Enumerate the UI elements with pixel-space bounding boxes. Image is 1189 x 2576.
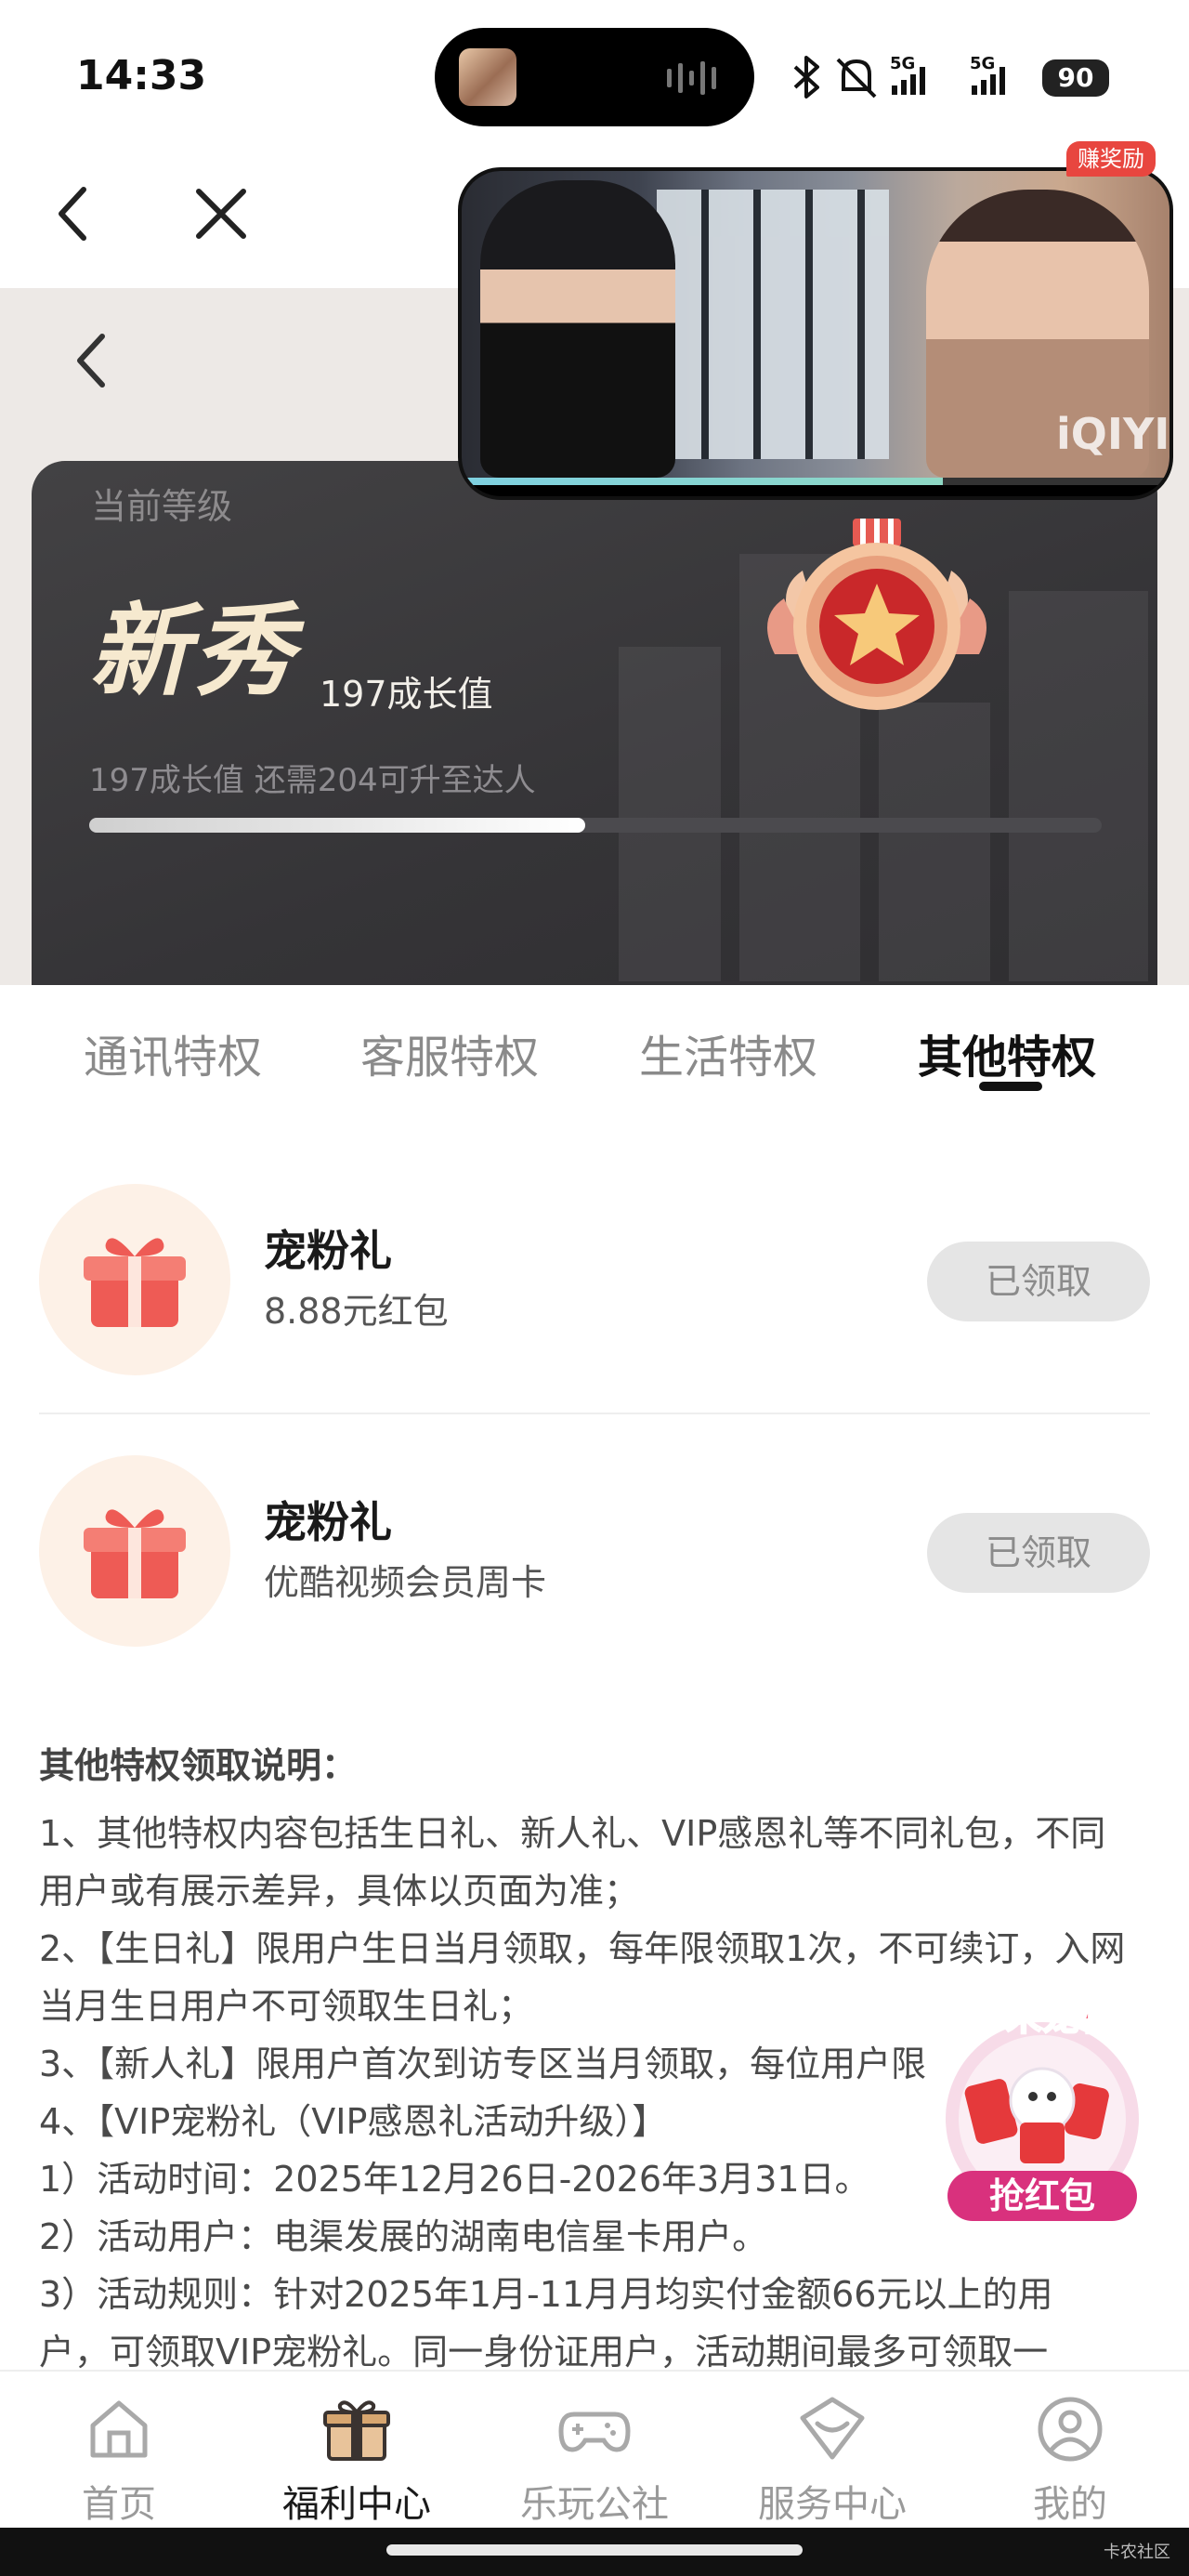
- claimed-button[interactable]: 已领取: [927, 1513, 1150, 1593]
- page-back-icon[interactable]: [56, 323, 130, 398]
- red-packet-promo[interactable]: 岁末宠粉 抢红包: [929, 1989, 1156, 2221]
- level-name: 新秀: [89, 594, 298, 710]
- tab-other[interactable]: 其他特权: [918, 1020, 1096, 1085]
- video-character-left: [480, 180, 675, 478]
- privilege-title: 宠粉礼: [264, 1226, 392, 1276]
- watermark: 卡农社区: [1104, 2543, 1170, 2562]
- nav-label: 我的: [1033, 2483, 1107, 2526]
- privilege-subtitle: 8.88元红包: [264, 1291, 449, 1332]
- gamepad-icon: [558, 2412, 631, 2452]
- video-background-window: [657, 190, 889, 459]
- claimed-button[interactable]: 已领取: [927, 1242, 1150, 1321]
- mute-icon: [836, 58, 877, 99]
- tab-customer-service[interactable]: 客服特权: [360, 1020, 539, 1085]
- dynamic-island[interactable]: [435, 28, 754, 126]
- media-thumbnail: [459, 48, 516, 106]
- chevron-left-icon[interactable]: [37, 177, 111, 251]
- nav-label: 服务中心: [758, 2483, 907, 2526]
- video-watermark-logo: iQIYI: [1056, 409, 1170, 459]
- home-icon: [90, 2400, 148, 2458]
- star-medal-icon: [767, 519, 986, 710]
- video-progress-fill: [462, 478, 944, 485]
- gift-icon: [84, 1509, 186, 1598]
- gift-icon-circle: [39, 1184, 230, 1375]
- nav-label: 首页: [82, 2483, 156, 2526]
- nav-item-welfare[interactable]: 福利中心: [238, 2372, 476, 2530]
- gift-box-icon: [323, 2400, 390, 2461]
- level-card: 当前等级 新秀 197成长值 197成长值 还需204可升至达人: [32, 461, 1157, 985]
- current-level-label: 当前等级: [91, 486, 233, 527]
- audio-wave-icon: [667, 61, 716, 95]
- bottom-nav: 首页 福利中心 乐玩公社 服务中心 我的: [0, 2370, 1189, 2530]
- tab-communication[interactable]: 通讯特权: [84, 1020, 262, 1085]
- bluetooth-icon: [793, 56, 819, 99]
- network-label-2: 5G: [970, 54, 995, 73]
- note-line: 3）活动规则：针对2025年1月-11月月均实付金额66元以上的用: [39, 2274, 1053, 2315]
- level-progress-text: 197成长值 还需204可升至达人: [89, 762, 536, 799]
- nav-item-mine[interactable]: 我的: [951, 2372, 1189, 2530]
- battery-indicator: 90: [1042, 59, 1109, 97]
- close-icon[interactable]: [184, 177, 258, 251]
- gift-icon: [84, 1238, 186, 1327]
- row-divider: [39, 1413, 1150, 1414]
- privilege-title: 宠粉礼: [264, 1497, 392, 1547]
- privilege-row: 宠粉礼 8.88元红包 已领取: [0, 1150, 1189, 1422]
- note-line: 2、【生日礼】限用户生日当月领取，每年限领取1次，不可续订，入网: [39, 1928, 1126, 1969]
- note-line: 1、其他特权内容包括生日礼、新人礼、VIP感恩礼等不同礼包，不同: [39, 1813, 1106, 1854]
- service-icon: [800, 2397, 865, 2460]
- gift-icon-circle: [39, 1455, 230, 1647]
- level-progress-bar: [89, 818, 1102, 833]
- reward-tag[interactable]: 赚奖励: [1066, 141, 1156, 177]
- growth-value: 197成长值: [320, 674, 493, 715]
- notes-title: 其他特权领取说明：: [39, 1745, 358, 1786]
- nav-label: 乐玩公社: [520, 2483, 669, 2526]
- privilege-tabs: 通讯特权 客服特权 生活特权 其他特权: [0, 985, 1189, 1106]
- profile-icon: [1038, 2397, 1103, 2462]
- nav-item-service[interactable]: 服务中心: [713, 2372, 951, 2530]
- promo-button: 抢红包: [989, 2175, 1095, 2216]
- pip-video-player[interactable]: iQIYI: [458, 167, 1173, 500]
- active-tab-indicator: [979, 1082, 1042, 1091]
- promo-title: 岁末宠粉: [968, 1996, 1117, 2039]
- home-indicator[interactable]: [386, 2544, 803, 2556]
- status-bar: 14:33 5G 5G 90: [0, 0, 1189, 149]
- privilege-row: 宠粉礼 优酷视频会员周卡 已领取: [0, 1422, 1189, 1693]
- tab-life[interactable]: 生活特权: [639, 1020, 817, 1085]
- status-time: 14:33: [76, 52, 207, 99]
- video-progress-bar[interactable]: [462, 478, 1169, 485]
- nav-item-home[interactable]: 首页: [0, 2372, 238, 2530]
- nav-item-fun[interactable]: 乐玩公社: [476, 2372, 713, 2530]
- level-progress-fill: [89, 818, 586, 833]
- note-line: 用户或有展示差异，具体以页面为准；: [39, 1871, 640, 1912]
- privilege-subtitle: 优酷视频会员周卡: [264, 1562, 547, 1603]
- nav-label: 福利中心: [282, 2483, 431, 2526]
- network-label-1: 5G: [890, 54, 915, 73]
